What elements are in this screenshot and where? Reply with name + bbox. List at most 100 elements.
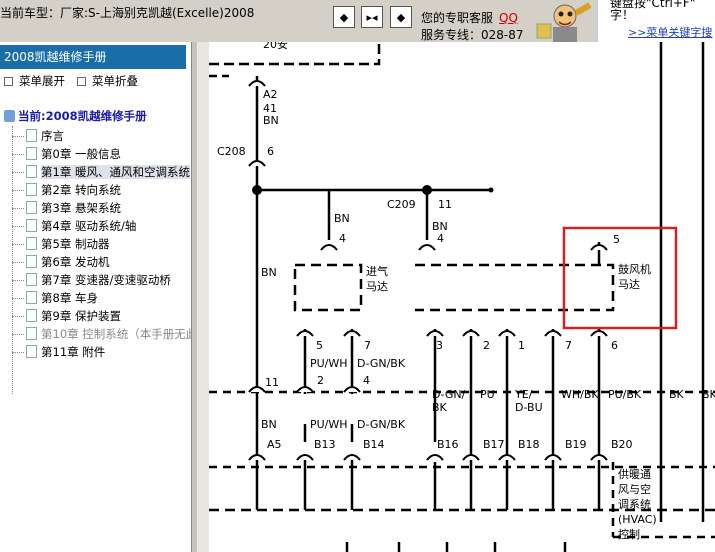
wire-dgnbk-upper-label: D-GN/BK	[357, 357, 406, 370]
fuse-label: 20安	[263, 42, 288, 51]
tree-item[interactable]: 第6章 发动机	[12, 254, 109, 270]
tree-item[interactable]: 第2章 转向系统	[12, 182, 121, 198]
wire-puwh-lower-label: PU/WH	[310, 418, 348, 431]
pin-a2-label: A2	[263, 88, 278, 101]
document-icon	[26, 165, 37, 178]
tree-item[interactable]: 第4章 驱动系统/轴	[12, 218, 136, 234]
blower-motor-label-1: 鼓风机	[618, 262, 651, 276]
pin-11-label: 11	[265, 376, 279, 389]
pin-4b-label: 4	[363, 374, 370, 387]
document-icon	[26, 291, 37, 304]
hvac-label-4: (HVAC)	[618, 513, 657, 526]
left-bn-label: BN	[261, 266, 277, 279]
nav-first-button[interactable]: ◆	[333, 6, 355, 28]
pin-b17-label: B17	[483, 438, 505, 451]
c209-label: C209	[387, 198, 416, 211]
wiring-diagram: 20安 A2 41 BN C208 6 C209 11 BN 4 BN 4 5 …	[209, 42, 715, 552]
tree-item[interactable]: 第7章 变速器/变速驱动桥	[12, 272, 171, 288]
intake-pin-7-label: 7	[364, 339, 371, 352]
c208-label: C208	[217, 145, 246, 158]
tree-item-label: 序言	[41, 129, 64, 143]
wire-dgnbk-lower-label: D-GN/BK	[357, 418, 406, 431]
wire-puwh-upper-label: PU/WH	[310, 357, 348, 370]
pane-gutter	[198, 42, 209, 552]
intake-motor-label-2: 马达	[366, 280, 388, 293]
wire-bk2-label: BK	[702, 388, 715, 401]
document-icon	[26, 237, 37, 250]
qq-link[interactable]: QQ	[499, 11, 518, 25]
expand-menu-button[interactable]: 菜单展开	[4, 73, 65, 89]
nav-last-button[interactable]: ◆	[390, 6, 412, 28]
tree-connector	[12, 154, 24, 155]
pin-6-label: 6	[611, 339, 618, 352]
document-icon	[26, 147, 37, 160]
tree-item[interactable]: 第3章 悬架系统	[12, 200, 121, 216]
pin-b20-label: B20	[611, 438, 633, 451]
intake-pin-top-label: 4	[339, 232, 346, 245]
wire-whbk-label: WH/BK	[561, 388, 599, 401]
collapse-icon	[77, 77, 86, 86]
wire-bn-label: BN	[263, 114, 279, 127]
tree-connector	[12, 208, 24, 209]
intake-wire-label: BN	[334, 212, 350, 225]
tree-item[interactable]: 第5章 制动器	[12, 236, 109, 252]
pin-b18-label: B18	[518, 438, 540, 451]
tree-item-label: 第11章 附件	[41, 345, 106, 359]
nav-middle-button[interactable]: ▸◂	[361, 6, 383, 28]
mascot-icon	[536, 2, 592, 42]
document-icon	[26, 327, 37, 340]
tree-item-label: 第10章 控制系统（本手册无此	[41, 327, 198, 341]
tree-item-label: 第1章 暖风、通风和空调系统	[41, 165, 190, 179]
pin-1-label: 1	[518, 339, 525, 352]
document-icon	[26, 345, 37, 358]
blower-pin-label: 5	[613, 233, 620, 246]
tree-item-label: 第9章 保护装置	[41, 309, 121, 323]
tree-item[interactable]: 第0章 一般信息	[12, 146, 121, 162]
tree-connector	[12, 190, 24, 191]
pane-splitter[interactable]	[191, 42, 198, 552]
tree-item-label: 第0章 一般信息	[41, 147, 121, 161]
document-icon	[26, 183, 37, 196]
tree-item[interactable]: 第11章 附件	[12, 344, 105, 360]
tree-item[interactable]: 第1章 暖风、通风和空调系统	[12, 164, 190, 180]
hint-search-link[interactable]: >>菜单关键字搜	[628, 24, 712, 40]
tree-item[interactable]: 序言	[12, 128, 64, 144]
tree-item[interactable]: 第8章 车身	[12, 290, 98, 306]
expand-label: 菜单展开	[19, 74, 65, 88]
tree-item-label: 第4章 驱动系统/轴	[41, 219, 137, 233]
tree-root[interactable]: 当前:2008凯越维修手册	[4, 108, 147, 124]
pin-2b-label: 2	[317, 374, 324, 387]
expand-icon	[4, 77, 13, 86]
blower-motor-label-2: 马达	[618, 278, 640, 291]
tree-item[interactable]: 第9章 保护装置	[12, 308, 121, 324]
hvac-label-3: 调系统	[618, 498, 651, 511]
intake-pin-5-label: 5	[316, 339, 323, 352]
tree-connector	[12, 298, 24, 299]
wire-dbu-label: D-BU	[515, 401, 543, 414]
vehicle-label: 当前车型：厂家:S-上海别克凯越(Excelle)2008	[0, 6, 255, 20]
tree-connector	[12, 136, 24, 137]
pin-b13-label: B13	[314, 438, 336, 451]
pin-2-label: 2	[483, 339, 490, 352]
support-text: 您的专职客服	[421, 11, 494, 25]
hvac-label-2: 风与空	[618, 482, 651, 496]
tree-connector	[12, 172, 24, 173]
tree-item-label: 第7章 变速器/变速驱动桥	[41, 273, 171, 287]
top-bar: 当前车型：厂家:S-上海别克凯越(Excelle)2008 ◆ ▸◂ ◆ 您的专…	[0, 0, 715, 42]
wire-bk1-label: BK	[669, 388, 685, 401]
hint-panel: 键盘按"Ctrl+F" 字！ >>菜单关键字搜	[597, 0, 715, 42]
wire-dgn-label: D-GN/	[432, 388, 466, 401]
pin-b14-label: B14	[363, 438, 385, 451]
tree-item-label: 第5章 制动器	[41, 237, 110, 251]
wire-ye-label: YE/	[514, 388, 533, 401]
wire-bn-lower-label: BN	[261, 418, 277, 431]
collapse-menu-button[interactable]: 菜单折叠	[77, 73, 138, 89]
wire-pubk-label: PU/BK	[608, 388, 642, 401]
tree-item[interactable]: 第10章 控制系统（本手册无此	[12, 326, 197, 342]
tree-connector	[12, 280, 24, 281]
tree-connector	[12, 226, 24, 227]
wire-bk-label: BK	[432, 401, 448, 414]
tree-connector	[12, 352, 24, 353]
c209-pin-label: 11	[438, 198, 452, 211]
sidebar: 2008凯越维修手册 菜单展开 菜单折叠 当前:2008凯越维修手册 序言 第0章…	[0, 42, 197, 552]
